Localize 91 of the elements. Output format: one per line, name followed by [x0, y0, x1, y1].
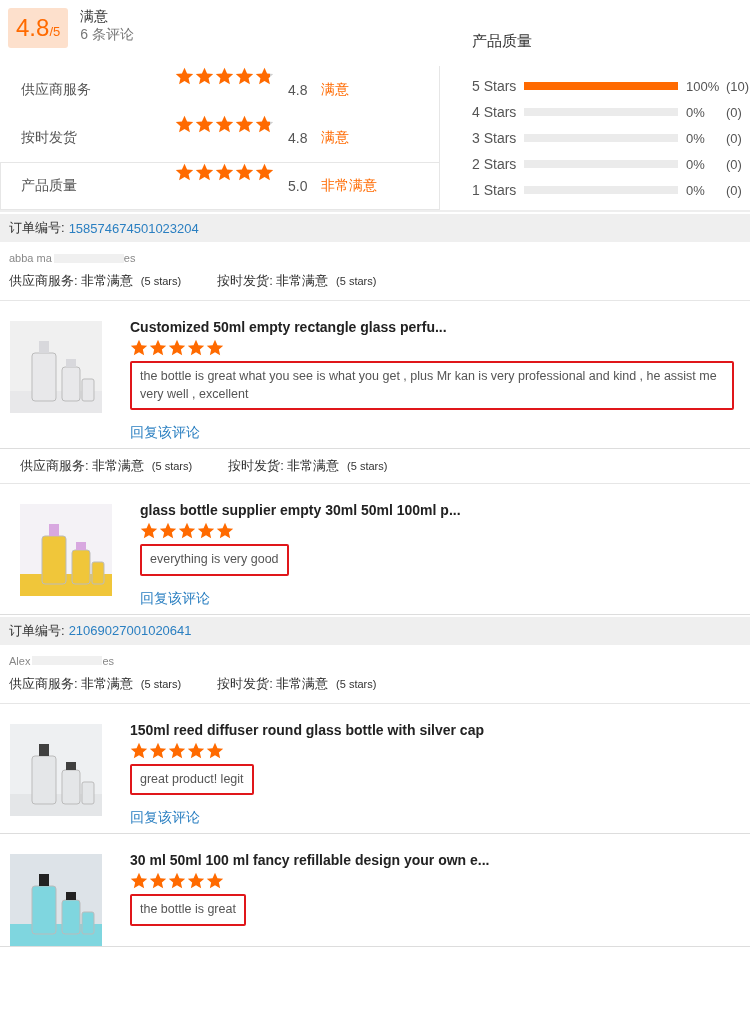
star-icon: [195, 163, 214, 182]
review-comment: great product! legit: [130, 763, 254, 795]
star-icon: [216, 522, 234, 540]
star-icon: [195, 115, 214, 134]
star-icon: [255, 67, 274, 86]
criterion-score: 4.8: [288, 130, 309, 146]
star-icon: [130, 741, 148, 760]
star-icon: [168, 339, 186, 357]
star-icon: [235, 163, 254, 182]
rating-text: 供应商服务: 非常满意 (5 stars): [9, 272, 182, 290]
criterion-name: 供应商服务: [21, 81, 92, 99]
criterion-verdict: 满意: [321, 129, 349, 147]
count-text: (0): [726, 182, 742, 198]
reply-link[interactable]: 回复该评论: [130, 424, 734, 442]
star-label: 2 Stars: [472, 156, 518, 172]
reviewer-name: abba ma: [9, 252, 52, 264]
star-icon: [140, 522, 158, 540]
star-icon: [215, 67, 234, 86]
criterion-row[interactable]: 供应商服务 4.8 满意: [0, 66, 439, 114]
reviewer-name: Alex: [9, 654, 31, 667]
star-icon: [149, 741, 167, 760]
criterion-score: 5.0: [288, 178, 309, 194]
product-title[interactable]: Customized 50ml empty rectangle glass perfu...: [130, 319, 734, 335]
percent-text: 0%: [686, 182, 706, 198]
star-icon: [235, 67, 254, 86]
percent-text: 0%: [686, 104, 706, 120]
criterion-row[interactable]: 产品质量 5.0 非常满意: [0, 162, 439, 210]
star-label: 5 Stars: [472, 78, 518, 94]
criterion-verdict: 非常满意: [321, 177, 377, 195]
star-icon: [197, 522, 215, 540]
star-icon: [206, 741, 224, 760]
star-label: 4 Stars: [472, 104, 518, 120]
star-icon: [195, 67, 214, 86]
star-icon: [149, 339, 167, 357]
percent-text: 100%: [686, 78, 721, 94]
review-count: 6 条评论: [80, 26, 134, 44]
count-text: (0): [726, 104, 742, 120]
star-icon: [255, 115, 274, 134]
order-label: 订单编号:: [9, 621, 65, 640]
overall-verdict: 满意: [80, 8, 110, 26]
reviewer-name: es: [123, 252, 136, 264]
rating-text: 按时发货: 非常满意 (5 stars): [228, 457, 388, 475]
star-icon: [175, 163, 194, 182]
star-label: 1 Stars: [472, 182, 518, 198]
criterion-row[interactable]: 按时发货 4.8 满意: [0, 114, 439, 162]
star-label: 3 Stars: [472, 130, 518, 146]
star-icon: [215, 163, 234, 182]
count-text: (10): [726, 78, 750, 94]
review-comment: the bottle is great what you see is what you get , plus Mr kan is very professional and kind , he assist me very well , excellent: [130, 361, 734, 410]
star-icon: [130, 872, 148, 890]
rating-text: 供应商服务: 非常满意 (5 stars): [9, 674, 182, 693]
star-icon: [206, 339, 224, 357]
star-icon: [175, 67, 194, 86]
percent-text: 0%: [686, 130, 706, 146]
criterion-verdict: 满意: [321, 81, 349, 99]
order-number-link[interactable]: 158574674501023204: [68, 220, 199, 236]
criterion-name: 按时发货: [21, 129, 78, 147]
star-icon: [149, 872, 167, 890]
star-icon: [168, 872, 186, 890]
star-icon: [168, 741, 186, 760]
count-text: (0): [726, 156, 742, 172]
rating-text: 按时发货: 非常满意 (5 stars): [217, 674, 377, 693]
criterion-name: 产品质量: [21, 177, 78, 195]
star-icon: [255, 163, 274, 182]
reply-link[interactable]: 回复该评论: [130, 809, 734, 827]
reply-link[interactable]: 回复该评论: [140, 589, 734, 608]
percent-text: 0%: [686, 156, 706, 172]
order-number-link[interactable]: 21069027001020641: [68, 623, 192, 638]
review-comment: everything is very good: [140, 544, 289, 576]
criterion-score: 4.8: [288, 82, 309, 98]
order-label: 订单编号:: [9, 219, 65, 237]
star-icon: [187, 872, 205, 890]
star-icon: [235, 115, 254, 134]
product-title[interactable]: 30 ml 50ml 100 ml fancy refillable design your own e...: [130, 852, 734, 868]
distribution-title: 产品质量: [472, 32, 533, 51]
star-icon: [215, 115, 234, 134]
rating-text: 供应商服务: 非常满意 (5 stars): [20, 457, 193, 475]
star-icon: [130, 339, 148, 357]
rating-text: 按时发货: 非常满意 (5 stars): [217, 272, 377, 290]
overall-score: 4.8/5: [8, 8, 69, 48]
reviewer-name: es: [102, 654, 115, 667]
star-icon: [159, 522, 177, 540]
star-icon: [178, 522, 196, 540]
star-icon: [206, 872, 224, 890]
star-icon: [187, 339, 205, 357]
review-comment: the bottle is great: [130, 894, 246, 926]
product-title[interactable]: 150ml reed diffuser round glass bottle with silver cap: [130, 721, 734, 738]
product-title[interactable]: glass bottle supplier empty 30ml 50ml 100ml p...: [140, 502, 734, 518]
star-icon: [187, 741, 205, 760]
count-text: (0): [726, 130, 742, 146]
star-icon: [175, 115, 194, 134]
